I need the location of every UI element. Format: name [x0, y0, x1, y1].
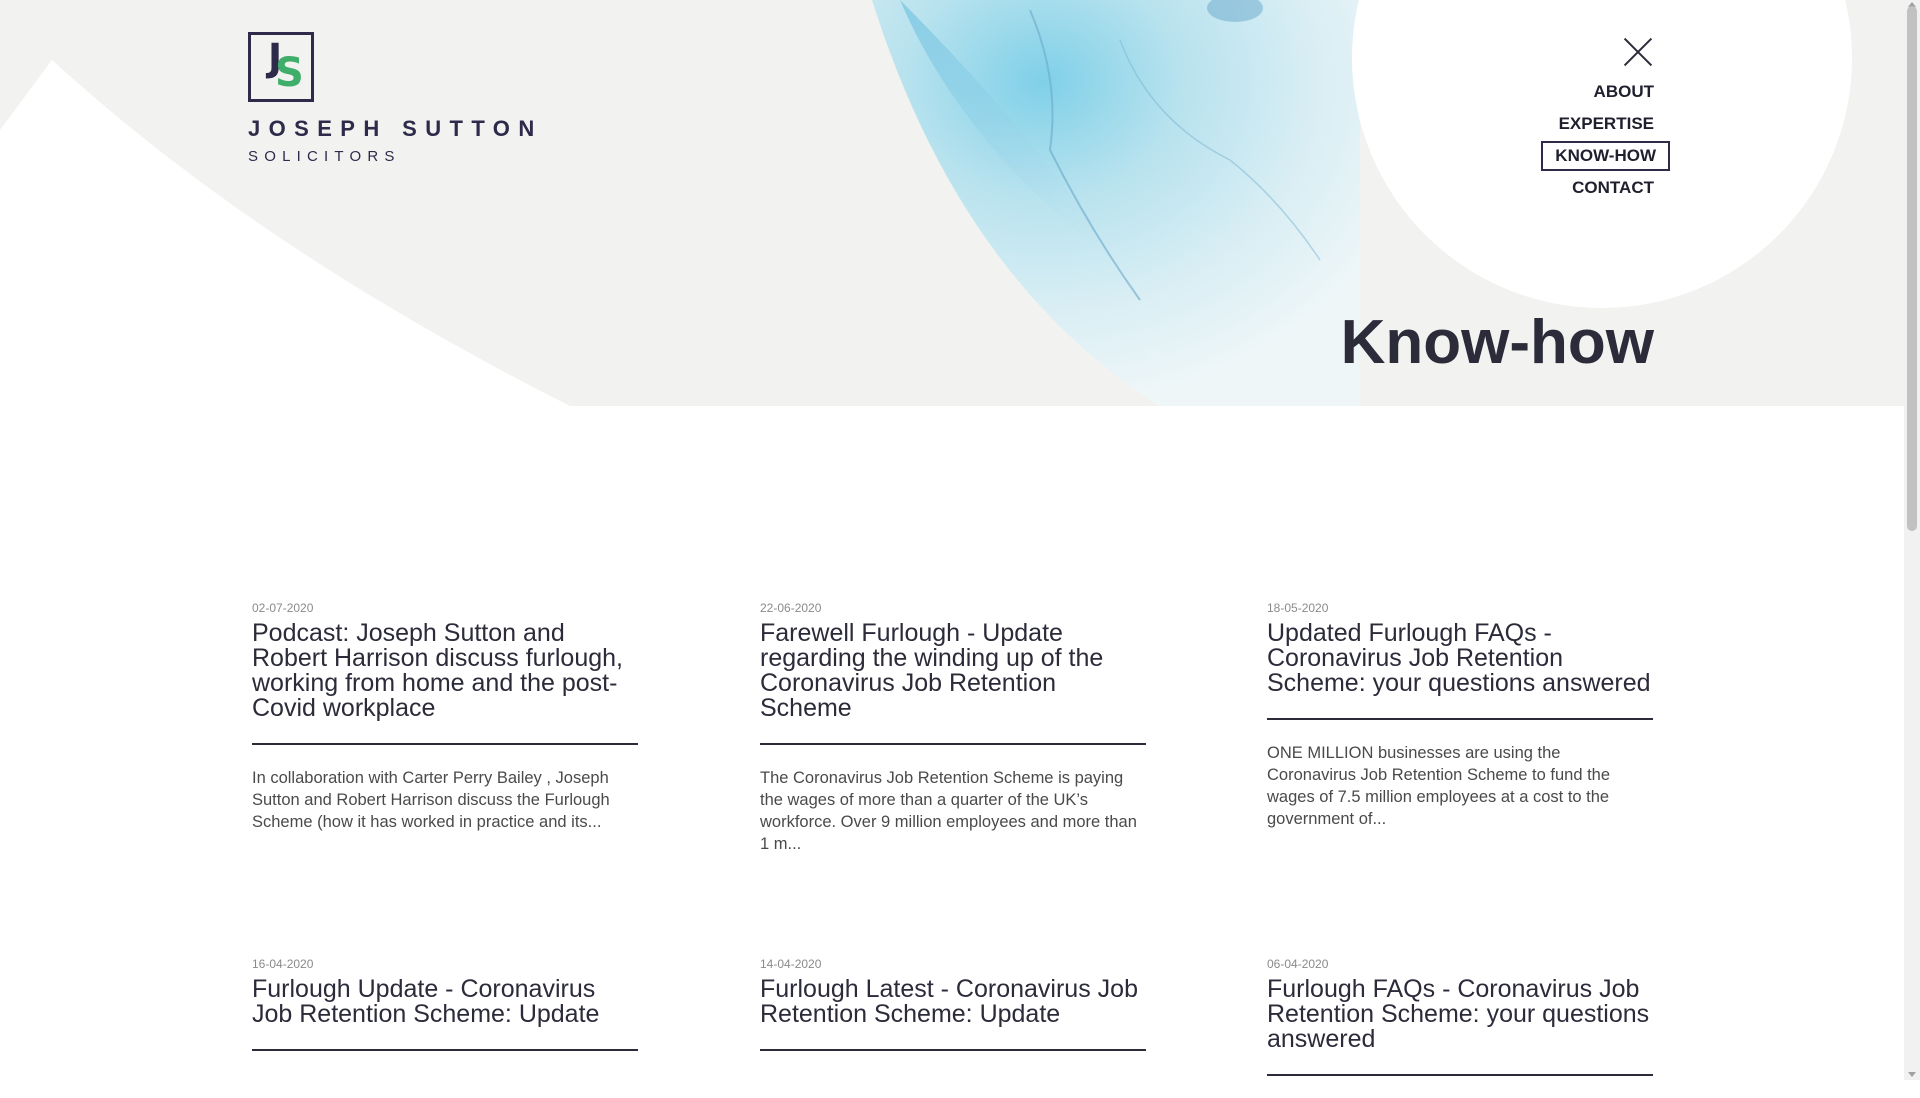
article-date: 02-07-2020 [252, 601, 314, 615]
article-excerpt: ONE MILLION businesses are using the Cor… [1267, 744, 1611, 828]
article-divider [252, 1049, 638, 1051]
close-menu-icon[interactable] [1622, 36, 1654, 68]
article-date: 14-04-2020 [760, 957, 822, 971]
nav-item-know-how[interactable]: KNOW-HOW [1541, 141, 1670, 171]
article-title-link[interactable]: Furlough FAQs - Coronavirus Job Retentio… [1267, 977, 1653, 1052]
logo-firm-name: JOSEPH SUTTON [248, 116, 543, 141]
article-excerpt: The Coronavirus Job Retention Scheme is … [760, 769, 1137, 853]
scrollbar-thumb[interactable] [1907, 6, 1917, 531]
article-divider [252, 743, 638, 745]
page-title: Know-how [1340, 308, 1654, 377]
article-title-link[interactable]: Furlough Update - Coronavirus Job Retent… [252, 977, 638, 1027]
article-title-link[interactable]: Updated Furlough FAQs - Coronavirus Job … [1267, 621, 1653, 696]
article-card[interactable]: 02-07-2020 Podcast: Joseph Sutton and Ro… [252, 601, 638, 833]
article-card[interactable]: 14-04-2020 Furlough Latest - Coronavirus… [760, 957, 1146, 1073]
hero-banner: J S JOSEPH SUTTON SOLICITORS ABOUT EXPER… [0, 0, 1904, 406]
article-title-link[interactable]: Farewell Furlough - Update regarding the… [760, 621, 1146, 721]
article-date: 18-05-2020 [1267, 601, 1329, 615]
site-logo[interactable]: J S JOSEPH SUTTON SOLICITORS [248, 32, 543, 165]
article-card[interactable]: 16-04-2020 Furlough Update - Coronavirus… [252, 957, 638, 1073]
logo-letter-s: S [275, 50, 304, 96]
article-date: 22-06-2020 [760, 601, 822, 615]
article-card[interactable]: 18-05-2020 Updated Furlough FAQs - Coron… [1267, 601, 1653, 830]
article-divider [1267, 718, 1653, 720]
article-excerpt: In collaboration with Carter Perry Baile… [252, 769, 610, 831]
article-date: 06-04-2020 [1267, 957, 1329, 971]
logo-mark-icon: J S [248, 32, 314, 102]
nav-item-contact[interactable]: CONTACT [1570, 178, 1656, 198]
article-date: 16-04-2020 [252, 957, 314, 971]
logo-firm-subtitle: SOLICITORS [248, 148, 401, 165]
article-card[interactable]: 06-04-2020 Furlough FAQs - Coronavirus J… [1267, 957, 1653, 1098]
article-card[interactable]: 22-06-2020 Farewell Furlough - Update re… [760, 601, 1146, 855]
article-divider [1267, 1074, 1653, 1076]
article-title-link[interactable]: Furlough Latest - Coronavirus Job Retent… [760, 977, 1146, 1027]
main-nav: ABOUT EXPERTISE KNOW-HOW CONTACT [1541, 82, 1670, 210]
article-divider [760, 1049, 1146, 1051]
page-scrollbar[interactable] [1904, 0, 1920, 1080]
article-title-link[interactable]: Podcast: Joseph Sutton and Robert Harris… [252, 621, 638, 721]
nav-item-about[interactable]: ABOUT [1592, 82, 1656, 102]
scroll-down-arrow-icon[interactable] [1908, 1072, 1916, 1077]
nav-item-expertise[interactable]: EXPERTISE [1557, 114, 1656, 134]
article-divider [760, 743, 1146, 745]
